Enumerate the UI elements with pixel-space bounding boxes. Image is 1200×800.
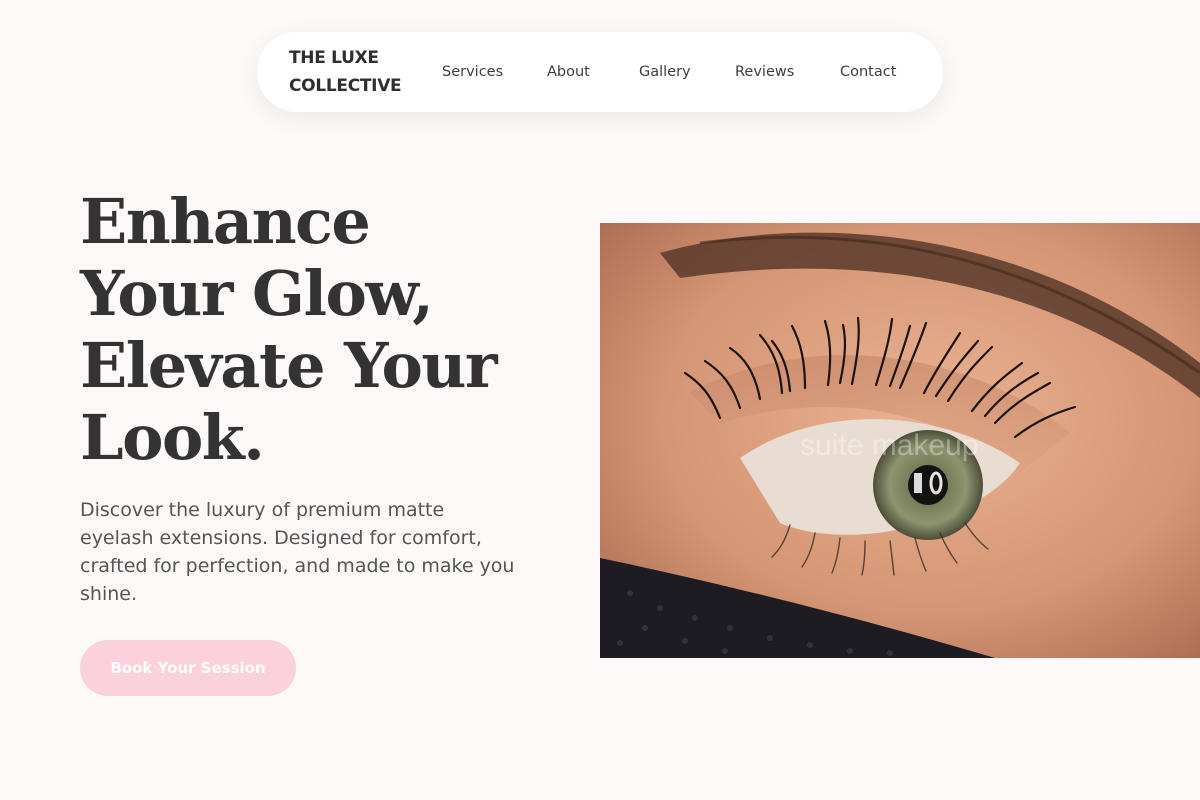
hero-eye-image: suite makeup bbox=[600, 223, 1200, 658]
brand-logo[interactable]: THE LUXE COLLECTIVE bbox=[289, 44, 419, 100]
nav-link-contact[interactable]: Contact bbox=[840, 62, 896, 82]
nav-link-services[interactable]: Services bbox=[442, 62, 503, 82]
hero-description: Discover the luxury of premium matte eye… bbox=[80, 499, 515, 605]
nav-link-reviews[interactable]: Reviews bbox=[735, 62, 794, 82]
hero-title-line: Enhance bbox=[80, 185, 371, 258]
nav-link-about[interactable]: About bbox=[547, 62, 590, 82]
nav-link-gallery[interactable]: Gallery bbox=[639, 62, 691, 82]
top-navigation: THE LUXE COLLECTIVE Services About Galle… bbox=[257, 32, 943, 112]
hero-title-line: Your Glow, bbox=[80, 257, 434, 330]
brand-line-1: THE LUXE bbox=[289, 48, 379, 68]
book-session-button[interactable]: Book Your Session bbox=[80, 640, 296, 696]
hero-title-line: Elevate Your bbox=[80, 329, 498, 402]
hero-title-line: Look. bbox=[80, 401, 265, 474]
image-watermark: suite makeup bbox=[800, 429, 978, 462]
brand-line-2: COLLECTIVE bbox=[289, 76, 402, 96]
hero-title: Enhance Your Glow, Elevate Your Look. bbox=[80, 186, 580, 474]
